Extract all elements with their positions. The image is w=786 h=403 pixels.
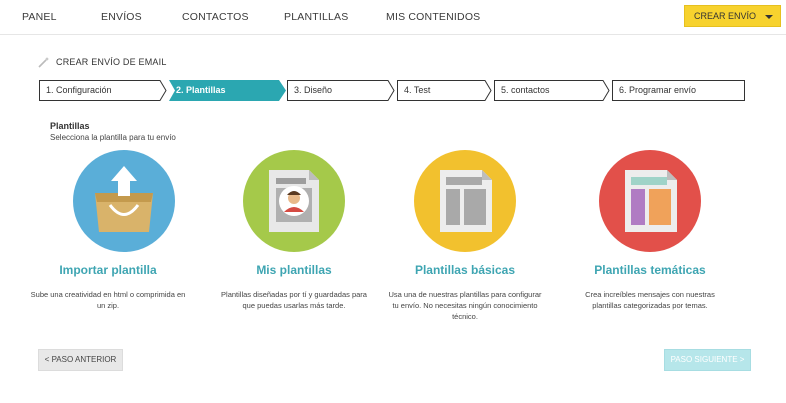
step-test[interactable]: 4. Test xyxy=(397,80,492,101)
page-title-text: CREAR ENVÍO DE EMAIL xyxy=(56,57,167,67)
option-description-line: tu envío. No necesitas ningún conocimien… xyxy=(392,301,538,310)
option-description-line: Sube una creatividad en html o comprimid… xyxy=(30,290,186,299)
step-configuracion[interactable]: 1. Configuración xyxy=(39,80,167,101)
step-label: 6. Programar envío xyxy=(619,85,697,95)
previous-step-button[interactable]: < PASO ANTERIOR xyxy=(38,349,123,371)
section-subtitle: Selecciona la plantilla para tu envío xyxy=(50,133,176,142)
option-title[interactable]: Mis plantillas xyxy=(194,263,394,277)
nav-contactos[interactable]: CONTACTOS xyxy=(182,11,249,23)
top-navbar: PANEL ENVÍOS CONTACTOS PLANTILLAS MIS CO… xyxy=(0,0,786,35)
create-send-label: CREAR ENVÍO xyxy=(694,11,757,21)
step-label: 4. Test xyxy=(404,85,431,95)
option-description-line: un zip. xyxy=(96,301,120,310)
next-step-button[interactable]: PASO SIGUIENTE > xyxy=(664,349,751,371)
step-diseno[interactable]: 3. Diseño xyxy=(287,80,395,101)
magic-wand-icon xyxy=(38,57,49,68)
option-circle[interactable] xyxy=(414,150,516,252)
step-label: 5. contactos xyxy=(501,85,550,95)
step-contactos[interactable]: 5. contactos xyxy=(494,80,610,101)
option-description: Crea increíbles mensajes con nuestras pl… xyxy=(550,289,750,311)
step-label: 3. Diseño xyxy=(294,85,333,95)
option-description-line: técnico. xyxy=(452,312,478,321)
option-description: Sube una creatividad en html o comprimid… xyxy=(8,289,208,311)
option-description: Plantillas diseñadas por tí y guardadas … xyxy=(194,289,394,311)
nav-plantillas[interactable]: PLANTILLAS xyxy=(284,11,348,23)
basic-template-icon xyxy=(414,150,516,252)
option-title[interactable]: Importar plantilla xyxy=(8,263,208,277)
step-programar[interactable]: 6. Programar envío xyxy=(612,80,745,101)
option-description-line: Crea increíbles mensajes con nuestras xyxy=(585,290,715,299)
option-circle[interactable] xyxy=(243,150,345,252)
option-description-line: Plantillas diseñadas por tí y guardadas … xyxy=(221,290,367,299)
user-template-icon xyxy=(243,150,345,252)
option-title[interactable]: Plantillas básicas xyxy=(365,263,565,277)
nav-envios[interactable]: ENVÍOS xyxy=(101,11,142,23)
option-title[interactable]: Plantillas temáticas xyxy=(550,263,750,277)
option-circle[interactable] xyxy=(73,150,175,252)
option-circle[interactable] xyxy=(599,150,701,252)
upload-box-icon xyxy=(73,150,175,252)
option-description-line: que puedas usarlas más tarde. xyxy=(242,301,346,310)
step-label: 1. Configuración xyxy=(46,85,112,95)
option-description-line: plantillas categorizadas por temas. xyxy=(592,301,708,310)
option-description-line: Usa una de nuestras plantillas para conf… xyxy=(388,290,542,299)
chevron-down-icon[interactable] xyxy=(765,15,773,19)
step-plantillas[interactable]: 2. Plantillas xyxy=(169,80,286,101)
create-send-button[interactable]: CREAR ENVÍO xyxy=(684,5,781,27)
nav-mis-contenidos[interactable]: MIS CONTENIDOS xyxy=(386,11,480,23)
themed-template-icon xyxy=(599,150,701,252)
nav-panel[interactable]: PANEL xyxy=(22,11,57,23)
section-title: Plantillas xyxy=(50,121,90,131)
step-label: 2. Plantillas xyxy=(176,85,226,95)
option-description: Usa una de nuestras plantillas para conf… xyxy=(365,289,565,322)
